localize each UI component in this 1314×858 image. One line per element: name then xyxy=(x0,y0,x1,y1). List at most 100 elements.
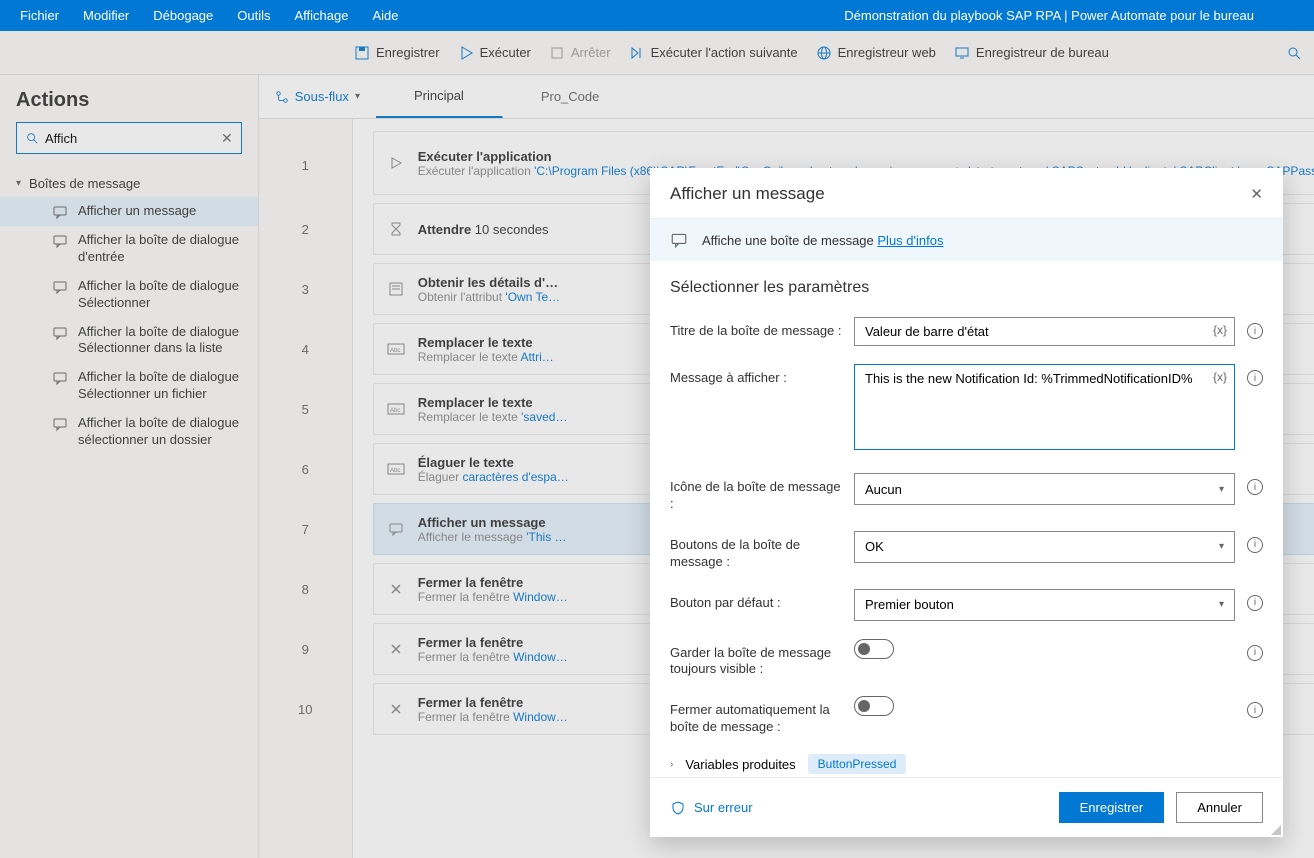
more-info-link[interactable]: Plus d'infos xyxy=(877,233,943,248)
step-icon xyxy=(386,579,406,599)
tree-item-select-file-dialog[interactable]: Afficher la boîte de dialogue Sélectionn… xyxy=(0,363,258,409)
message-icon xyxy=(52,416,68,432)
tree-item-label: Afficher la boîte de dialogue d'entrée xyxy=(78,232,242,266)
step-icon xyxy=(386,639,406,659)
tree-item-select-dialog[interactable]: Afficher la boîte de dialogue Sélectionn… xyxy=(0,272,258,318)
line-number: 2 xyxy=(259,199,352,259)
icon-select[interactable]: Aucun ▾ xyxy=(854,473,1235,505)
step-text: Remplacer le texteRemplacer le texte 'sa… xyxy=(418,395,568,424)
modal-close-icon[interactable]: ✕ xyxy=(1250,185,1263,203)
info-icon[interactable]: i xyxy=(1247,323,1263,339)
info-icon[interactable]: i xyxy=(1247,645,1263,661)
toolbar-webrec[interactable]: Enregistreur web xyxy=(816,45,936,61)
globe-icon xyxy=(816,45,832,61)
menu-debogage[interactable]: Débogage xyxy=(141,8,225,23)
message-icon xyxy=(670,231,688,249)
menu-affichage[interactable]: Affichage xyxy=(283,8,361,23)
menubar: Fichier Modifier Débogage Outils Afficha… xyxy=(0,0,1314,31)
toolbar-save[interactable]: Enregistrer xyxy=(354,45,440,61)
field-label-message: Message à afficher : xyxy=(670,364,842,387)
fx-icon[interactable]: {x} xyxy=(1213,370,1227,384)
fx-icon[interactable]: {x} xyxy=(1213,323,1227,337)
tree-item-select-folder-dialog[interactable]: Afficher la boîte de dialogue sélectionn… xyxy=(0,409,258,455)
toolbar: Enregistrer Exécuter Arrêter Exécuter l'… xyxy=(0,31,1314,75)
svg-text:Abc: Abc xyxy=(390,348,400,354)
subflow-icon xyxy=(275,90,289,104)
info-icon[interactable]: i xyxy=(1247,537,1263,553)
line-number: 8 xyxy=(259,559,352,619)
field-label-title: Titre de la boîte de message : xyxy=(670,317,842,340)
modal-title: Afficher un message xyxy=(670,184,825,204)
resize-grip[interactable] xyxy=(1269,823,1281,835)
tree-item-label: Afficher la boîte de dialogue Sélectionn… xyxy=(78,369,242,403)
message-icon xyxy=(52,204,68,220)
ontop-toggle[interactable] xyxy=(854,639,894,659)
line-number: 1 xyxy=(259,131,352,199)
actions-search-input[interactable] xyxy=(45,131,221,146)
variable-pill[interactable]: ButtonPressed xyxy=(808,754,907,774)
line-number: 9 xyxy=(259,619,352,679)
toolbar-deskrec[interactable]: Enregistreur de bureau xyxy=(954,45,1109,61)
on-error-link[interactable]: Sur erreur xyxy=(670,800,753,816)
tree-item-label: Afficher la boîte de dialogue Sélectionn… xyxy=(78,324,242,358)
info-icon[interactable]: i xyxy=(1247,595,1263,611)
tree-item-display-message[interactable]: Afficher un message xyxy=(0,197,258,226)
shield-icon xyxy=(670,800,686,816)
clear-search-icon[interactable]: ✕ xyxy=(221,130,233,147)
info-icon[interactable]: i xyxy=(1247,370,1263,386)
field-label-autoclose: Fermer automatiquement la boîte de messa… xyxy=(670,696,842,736)
message-icon xyxy=(52,370,68,386)
toolbar-run[interactable]: Exécuter xyxy=(458,45,531,61)
step-icon xyxy=(386,699,406,719)
cancel-button[interactable]: Annuler xyxy=(1176,792,1263,823)
autoclose-toggle[interactable] xyxy=(854,696,894,716)
step-text: Fermer la fenêtreFermer la fenêtre Windo… xyxy=(418,575,568,604)
buttons-select[interactable]: OK ▾ xyxy=(854,531,1235,563)
desktop-icon xyxy=(954,45,970,61)
info-icon[interactable]: i xyxy=(1247,702,1263,718)
toolbar-search[interactable] xyxy=(1286,45,1302,61)
messagebox-title-input[interactable] xyxy=(854,317,1235,346)
chevron-down-icon: ▾ xyxy=(1219,541,1224,552)
chevron-down-icon: ▾ xyxy=(16,178,21,189)
svg-text:Abc: Abc xyxy=(390,408,400,414)
stop-icon xyxy=(549,45,565,61)
message-textarea[interactable]: This is the new Notification Id: %Trimme… xyxy=(854,364,1235,450)
modal-info-text: Affiche une boîte de message Plus d'info… xyxy=(702,233,943,248)
step-icon xyxy=(386,219,406,239)
message-icon xyxy=(52,279,68,295)
tree-item-select-list-dialog[interactable]: Afficher la boîte de dialogue Sélectionn… xyxy=(0,318,258,364)
subflow-dropdown[interactable]: Sous-flux ▾ xyxy=(259,75,376,118)
tree-item-label: Afficher la boîte de dialogue Sélectionn… xyxy=(78,278,242,312)
info-icon[interactable]: i xyxy=(1247,479,1263,495)
step-text: Obtenir les détails d'…Obtenir l'attribu… xyxy=(418,275,560,304)
menu-aide[interactable]: Aide xyxy=(360,8,410,23)
chevron-down-icon: ▾ xyxy=(355,91,360,102)
tree-item-label: Afficher la boîte de dialogue sélectionn… xyxy=(78,415,242,449)
actions-search[interactable]: ✕ xyxy=(16,122,242,154)
tab-principal[interactable]: Principal xyxy=(376,75,503,118)
line-number: 7 xyxy=(259,499,352,559)
menu-fichier[interactable]: Fichier xyxy=(8,8,71,23)
tab-procode[interactable]: Pro_Code xyxy=(503,75,639,118)
toolbar-next[interactable]: Exécuter l'action suivante xyxy=(629,45,798,61)
step-text: Fermer la fenêtreFermer la fenêtre Windo… xyxy=(418,695,568,724)
tree-item-label: Afficher un message xyxy=(78,203,196,220)
save-button[interactable]: Enregistrer xyxy=(1059,792,1165,823)
chevron-right-icon[interactable]: › xyxy=(670,759,673,770)
menu-outils[interactable]: Outils xyxy=(225,8,282,23)
tree-group-messagebox[interactable]: ▾ Boîtes de message xyxy=(0,170,258,197)
field-label-buttons: Boutons de la boîte de message : xyxy=(670,531,842,571)
chevron-down-icon: ▾ xyxy=(1219,484,1224,495)
select-value: OK xyxy=(865,539,884,554)
select-value: Premier bouton xyxy=(865,597,954,612)
actions-tree: ▾ Boîtes de message Afficher un message … xyxy=(0,166,258,459)
default-button-select[interactable]: Premier bouton ▾ xyxy=(854,589,1235,621)
step-icon: Abc xyxy=(386,339,406,359)
menu-modifier[interactable]: Modifier xyxy=(71,8,141,23)
tree-item-input-dialog[interactable]: Afficher la boîte de dialogue d'entrée xyxy=(0,226,258,272)
step-icon xyxy=(386,519,406,539)
toolbar-stop: Arrêter xyxy=(549,45,611,61)
tree-group-label: Boîtes de message xyxy=(29,176,140,191)
toolbar-webrec-label: Enregistreur web xyxy=(838,45,936,60)
